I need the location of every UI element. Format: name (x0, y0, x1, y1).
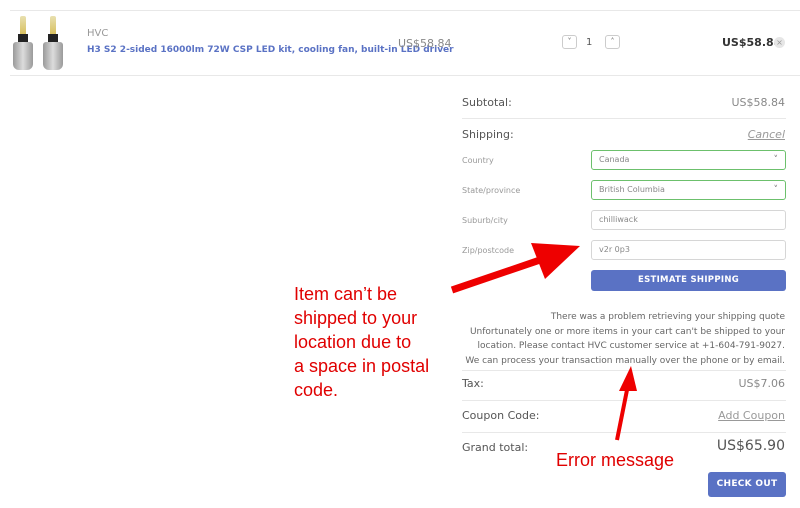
annotation-line: a space in postal (294, 356, 430, 376)
annotation-note: Item can’t be shipped to your location d… (294, 282, 429, 402)
chevron-up-icon: ˄ (610, 37, 615, 46)
coupon-label: Coupon Code: (462, 409, 540, 422)
cart-bottom-divider (10, 75, 800, 76)
checkout-button[interactable]: CHECK OUT (708, 472, 786, 497)
country-value: Canada (599, 155, 630, 164)
country-select[interactable]: Canada ˅ (591, 150, 786, 170)
close-icon: × (776, 38, 783, 47)
error-line: Unfortunately one or more items in your … (469, 326, 785, 337)
shipping-cancel-link[interactable]: Cancel (748, 128, 785, 141)
line-total: US$58.84 (722, 36, 782, 49)
arrow-to-zip-head (531, 243, 580, 279)
grand-total-value: US$65.90 (716, 438, 785, 454)
unit-price: US$58.84 (398, 37, 452, 50)
city-input[interactable]: chilliwack (591, 210, 786, 230)
state-label: State/province (462, 186, 521, 195)
shipping-label: Shipping: (462, 128, 514, 141)
remove-item-button[interactable]: × (774, 37, 785, 48)
tax-divider (462, 400, 786, 401)
error-line: location. Please contact HVC customer se… (477, 341, 786, 351)
country-label: Country (462, 156, 494, 165)
annotation-error-label: Error message (556, 450, 675, 470)
add-coupon-link[interactable]: Add Coupon (718, 409, 785, 422)
zip-input[interactable]: v2r 0p3 (591, 240, 786, 260)
cart-top-divider (10, 10, 800, 11)
zip-label: Zip/postcode (462, 246, 515, 255)
tax-label: Tax: (462, 377, 484, 390)
error-divider (462, 370, 786, 371)
bulb-left (12, 16, 34, 72)
annotation-line: shipped to your (294, 308, 418, 328)
quantity-increase-button[interactable]: ˄ (605, 35, 620, 49)
annotation-line: location due to (294, 332, 412, 352)
state-select[interactable]: British Columbia ˅ (591, 180, 786, 200)
product-brand: HVC (87, 28, 109, 39)
error-line: We can process your transaction manually… (465, 355, 785, 366)
coupon-divider (462, 432, 786, 433)
grand-total-label: Grand total: (462, 441, 529, 454)
city-label: Suburb/city (462, 216, 508, 225)
chevron-down-icon: ˅ (567, 37, 572, 46)
annotation-line: code. (294, 380, 339, 400)
shipping-error-message: There was a problem retrieving your ship… (455, 310, 785, 368)
subtotal-divider (462, 118, 786, 119)
chevron-down-icon: ˅ (773, 185, 779, 195)
subtotal-label: Subtotal: (462, 96, 512, 109)
product-image[interactable] (12, 16, 68, 72)
estimate-shipping-button[interactable]: ESTIMATE SHIPPING (591, 270, 786, 291)
chevron-down-icon: ˅ (773, 155, 779, 165)
state-value: British Columbia (599, 185, 665, 194)
zip-value: v2r 0p3 (599, 245, 630, 254)
quantity-value: 1 (586, 37, 593, 48)
arrow-to-zip-shaft (450, 256, 542, 294)
bulb-right (42, 16, 64, 72)
error-line: There was a problem retrieving your ship… (550, 312, 785, 322)
quantity-decrease-button[interactable]: ˅ (562, 35, 577, 49)
tax-value: US$7.06 (738, 377, 785, 390)
city-value: chilliwack (599, 215, 638, 224)
subtotal-value: US$58.84 (731, 96, 785, 109)
annotation-line: Item can’t be (294, 284, 398, 304)
